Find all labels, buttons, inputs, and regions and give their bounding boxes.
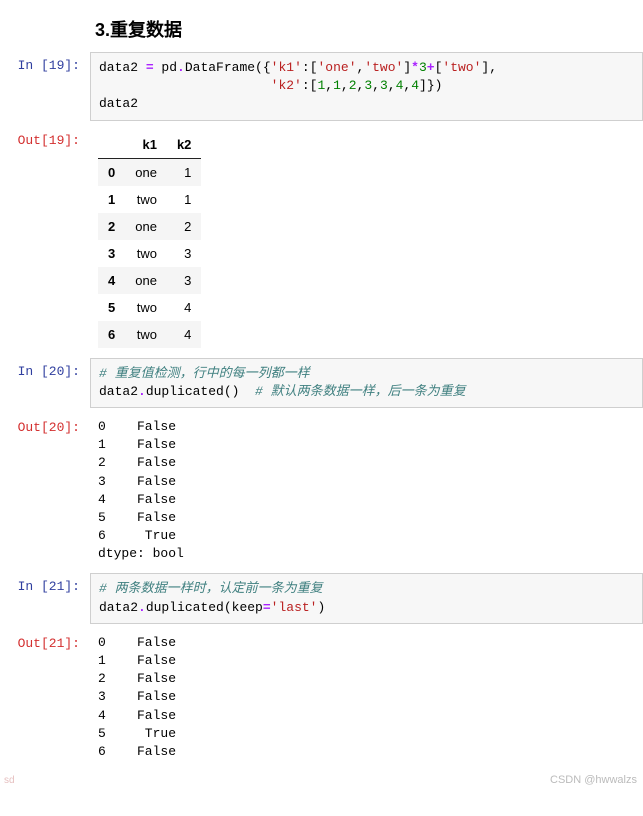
col-header: k1: [125, 131, 167, 159]
out-prompt-20: Out[20]:: [0, 414, 90, 435]
in-prompt-21: In [21]:: [0, 573, 90, 594]
table-row: 2one2: [98, 213, 201, 240]
out-prompt-19: Out[19]:: [0, 127, 90, 148]
output-text-21: 0 False 1 False 2 False 3 False 4 False …: [90, 630, 643, 765]
cell-20-output: Out[20]: 0 False 1 False 2 False 3 False…: [0, 414, 643, 568]
in-prompt-20: In [20]:: [0, 358, 90, 379]
dataframe-table: k1k20one11two12one23two34one35two46two4: [98, 131, 201, 348]
output-text-20: 0 False 1 False 2 False 3 False 4 False …: [90, 414, 643, 568]
watermark-left: sd: [4, 775, 15, 786]
output-table-19: k1k20one11two12one23two34one35two46two4: [90, 127, 209, 352]
table-row: 1two1: [98, 186, 201, 213]
table-row: 0one1: [98, 158, 201, 186]
in-prompt-19: In [19]:: [0, 52, 90, 73]
code-block-19[interactable]: data2 = pd.DataFrame({'k1':['one','two']…: [90, 52, 643, 121]
watermark-right: CSDN @hwwalzs: [550, 774, 637, 786]
cell-19-output: Out[19]: k1k20one11two12one23two34one35t…: [0, 127, 643, 352]
code-block-20[interactable]: # 重复值检测，行中的每一列都一样 data2.duplicated() # 默…: [90, 358, 643, 408]
table-row: 4one3: [98, 267, 201, 294]
code-block-21[interactable]: # 两条数据一样时，认定前一条为重复 data2.duplicated(keep…: [90, 573, 643, 623]
cell-21-output: Out[21]: 0 False 1 False 2 False 3 False…: [0, 630, 643, 765]
table-row: 3two3: [98, 240, 201, 267]
cell-19-input: In [19]: data2 = pd.DataFrame({'k1':['on…: [0, 52, 643, 121]
col-header: k2: [167, 131, 201, 159]
cell-21-input: In [21]: # 两条数据一样时，认定前一条为重复 data2.duplic…: [0, 573, 643, 623]
section-heading: 3.重复数据: [0, 0, 643, 52]
out-prompt-21: Out[21]:: [0, 630, 90, 651]
table-row: 6two4: [98, 321, 201, 348]
cell-20-input: In [20]: # 重复值检测，行中的每一列都一样 data2.duplica…: [0, 358, 643, 408]
table-row: 5two4: [98, 294, 201, 321]
